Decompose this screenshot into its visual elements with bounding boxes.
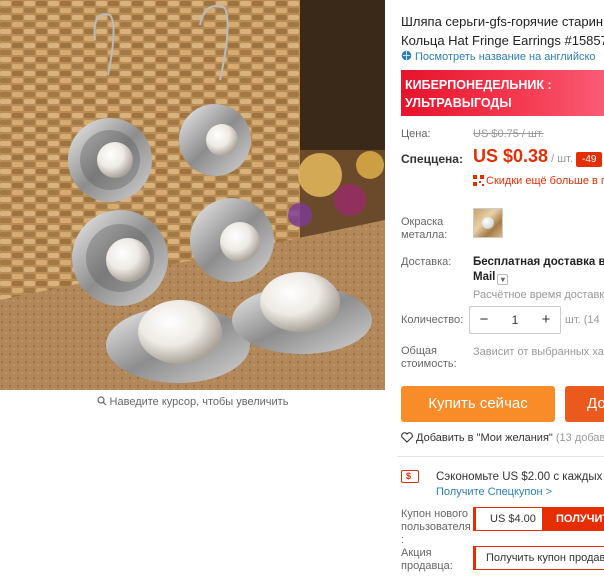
pearl-thumbnail [482, 217, 494, 229]
qr-code-icon [473, 175, 484, 186]
shipping-label: Доставка: [401, 256, 452, 268]
new-user-coupon-label-line3: : [401, 534, 405, 546]
get-seller-coupon-text[interactable]: Получить купон продавц [486, 552, 604, 564]
coupon-icon-glyph: $ [406, 471, 412, 481]
metal-color-label-line1: Окраска [401, 216, 444, 228]
translate-title-link[interactable]: Посмотреть название на английско [401, 50, 596, 63]
promo-banner[interactable]: КИБЕРПОНЕДЕЛЬНИК : УЛЬТРАВЫГОДЫ [401, 70, 604, 116]
total-label-line1: Общая [401, 345, 437, 357]
product-title-line2: Кольца Hat Fringe Earrings #15857 [401, 33, 604, 48]
shipping-method-line2[interactable]: Mail ▾ [473, 271, 509, 285]
magnifier-icon [96, 396, 106, 406]
get-seller-coupon-button[interactable]: Получить купон продавц [473, 546, 604, 570]
shipping-carrier[interactable]: Mail [473, 271, 495, 283]
buy-now-button[interactable]: Купить сейчас [401, 386, 555, 422]
product-title: Шляпа серьги-gfs-горячие старин Кольца H… [401, 12, 604, 50]
new-user-coupon: US $4.00 ПОЛУЧИТ [473, 507, 604, 531]
quantity-unit: шт. (14 [565, 314, 600, 326]
color-swatch[interactable] [473, 208, 503, 238]
shipping-method-line1[interactable]: Бесплатная доставка в Ru [473, 256, 604, 268]
chevron-down-icon[interactable]: ▾ [497, 274, 509, 285]
seller-promo-label: Акция продавца: [401, 547, 453, 573]
coupon-icon: $ [401, 470, 419, 483]
new-user-coupon-label-line1: Купон нового [401, 508, 469, 520]
discount-badge: -49 [576, 152, 603, 167]
product-image-gallery[interactable] [0, 0, 385, 390]
quantity-increase-button[interactable]: + [536, 310, 556, 330]
promo-banner-line2: УЛЬТРАВЫГОДЫ [405, 96, 512, 110]
new-user-coupon-amount: US $4.00 [490, 513, 536, 525]
quantity-input[interactable]: 1 [500, 313, 530, 327]
coupon-savings-text: Сэкономьте US $2.00 с каждых US [436, 471, 604, 483]
old-price: US $0.75 / шт. [473, 128, 544, 140]
zoom-hint: Наведите курсор, чтобы увеличить [0, 396, 385, 408]
add-to-wishlist-link[interactable]: Добавить в "Мои желания" (13 добав [401, 432, 604, 444]
total-label: Общая стоимость: [401, 345, 457, 371]
add-to-cart-button[interactable]: До [565, 386, 604, 422]
product-info-panel: Шляпа серьги-gfs-горячие старин Кольца H… [397, 0, 604, 587]
price-label: Цена: [401, 128, 431, 140]
section-divider [397, 456, 604, 457]
wishlist-text[interactable]: Добавить в "Мои желания" [416, 432, 553, 444]
wishlist-count: (13 добав [555, 432, 604, 444]
translate-title-text[interactable]: Посмотреть название на английско [415, 51, 596, 63]
get-special-coupon-link[interactable]: Получите Спецкупон > [436, 486, 552, 498]
product-title-line1: Шляпа серьги-gfs-горячие старин [401, 14, 604, 29]
delivery-estimate: Расчётное время доставки [473, 289, 604, 301]
app-promo-link[interactable]: Скидки ещё больше в п [473, 175, 604, 187]
sale-price-unit: / шт. [551, 153, 573, 165]
metal-color-label: Окраска металла: [401, 216, 447, 242]
app-promo-text[interactable]: Скидки ещё больше в п [486, 175, 604, 187]
quantity-stepper[interactable]: − 1 + [469, 306, 561, 334]
zoom-hint-text: Наведите курсор, чтобы увеличить [109, 396, 289, 408]
new-user-coupon-label-line2: пользователя [401, 521, 471, 533]
new-user-coupon-label: Купон нового пользователя : [401, 508, 471, 547]
sale-price: US $0.38 [473, 146, 549, 166]
get-new-user-coupon-button[interactable]: ПОЛУЧИТ [542, 508, 604, 530]
seller-promo-label-line1: Акция [401, 547, 432, 559]
sale-price-row: US $0.38 / шт. -49 [473, 146, 603, 167]
promo-banner-line1: КИБЕРПОНЕДЕЛЬНИК : [405, 78, 552, 92]
product-photo[interactable] [0, 0, 385, 390]
total-value: Зависит от выбранных хар [473, 346, 604, 358]
seller-promo-label-line2: продавца: [401, 560, 453, 572]
sale-price-label: Спеццена: [401, 152, 463, 166]
total-label-line2: стоимость: [401, 358, 457, 370]
heart-icon [401, 432, 413, 443]
metal-color-label-line2: металла: [401, 229, 448, 241]
quantity-decrease-button[interactable]: − [474, 310, 494, 330]
globe-icon [401, 50, 412, 61]
quantity-label: Количество: [401, 314, 464, 326]
